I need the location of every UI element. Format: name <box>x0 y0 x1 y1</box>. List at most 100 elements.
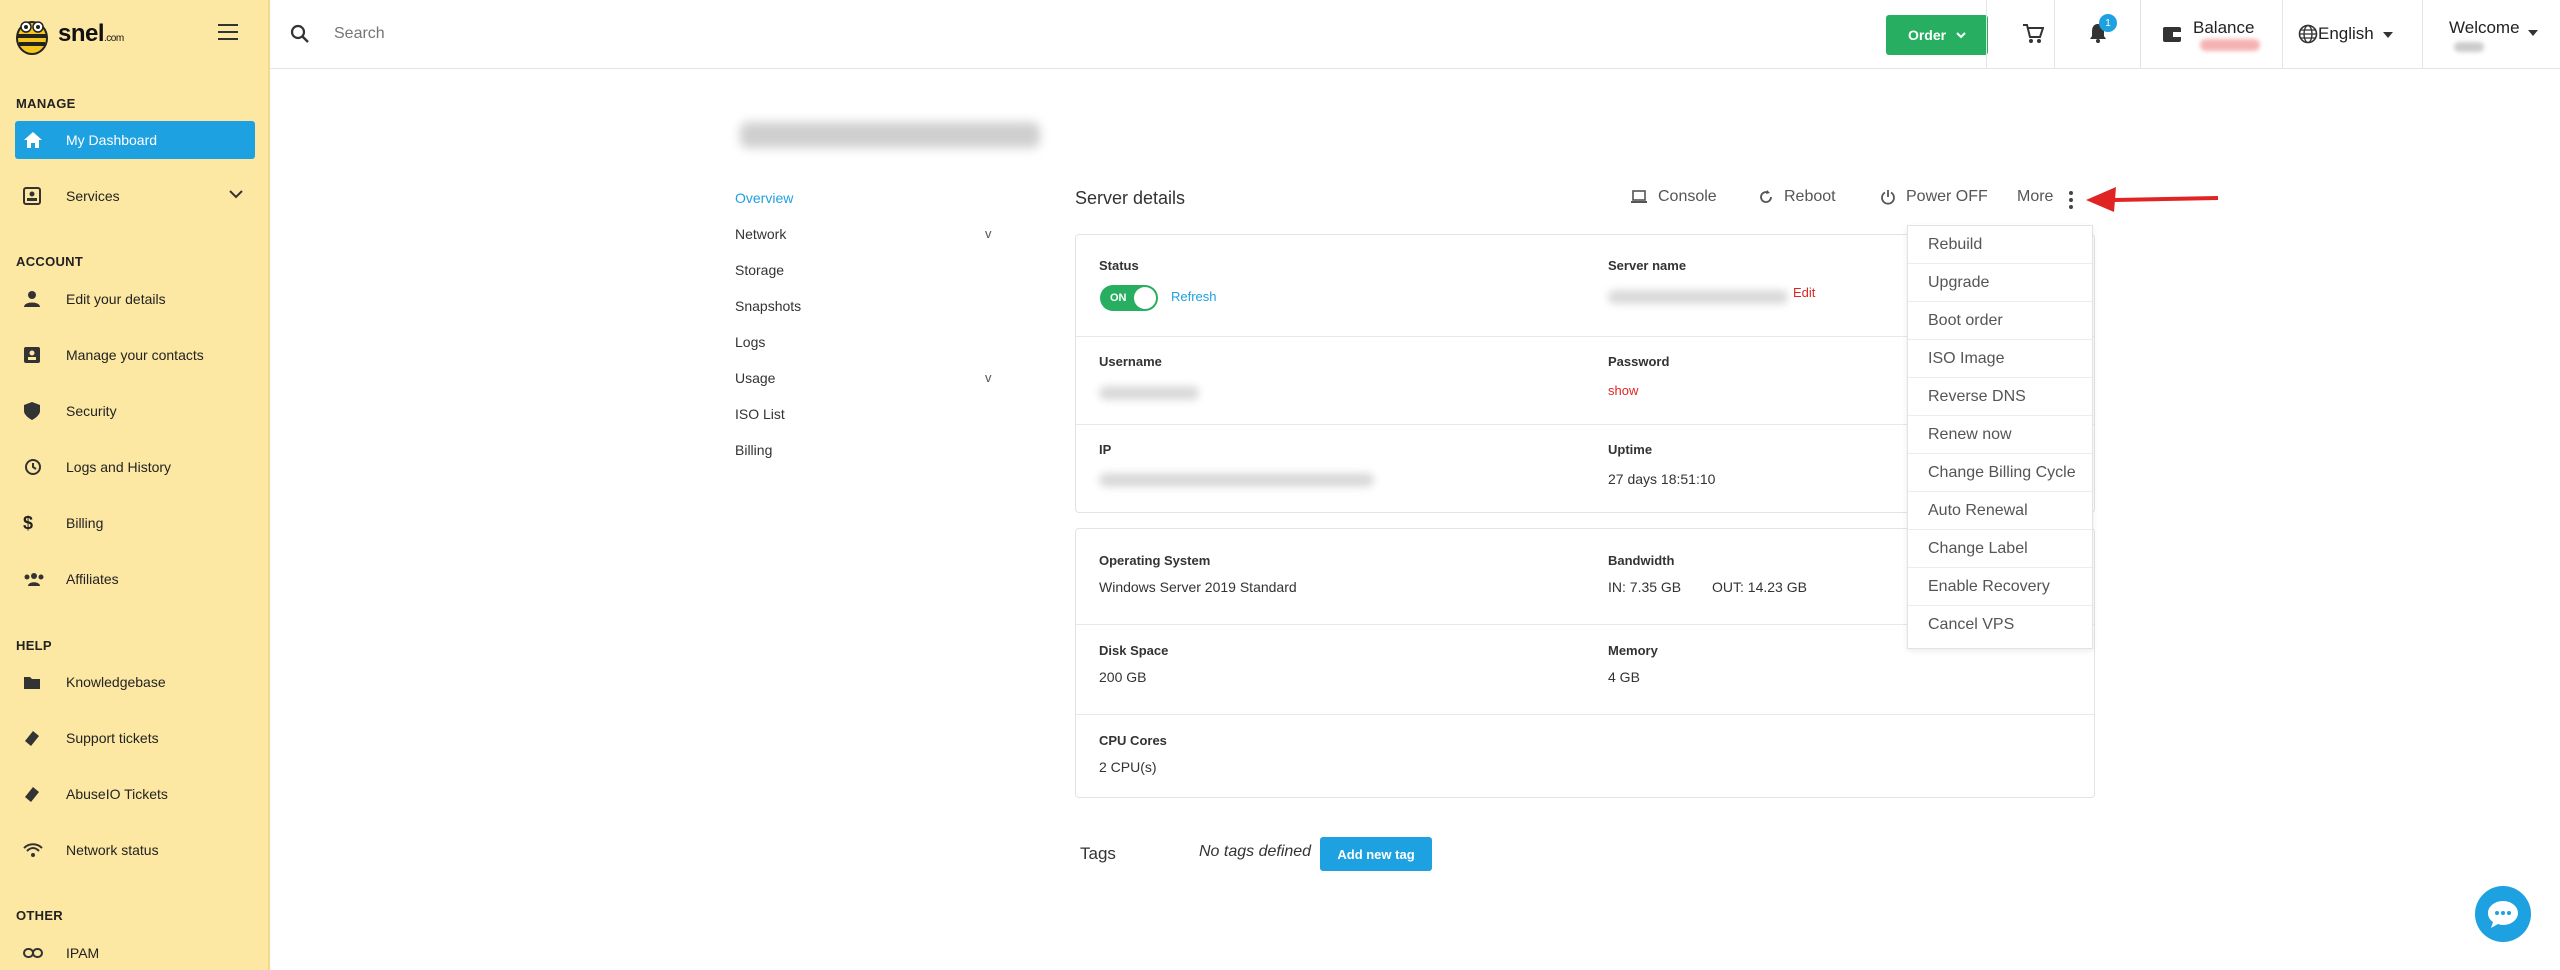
cart-icon[interactable] <box>2022 24 2044 44</box>
username-value-redacted <box>1099 386 1199 400</box>
add-new-tag-button[interactable]: Add new tag <box>1320 837 1432 871</box>
sidebar-item-support-tickets[interactable]: Support tickets <box>15 719 255 757</box>
sidebar: snel.com MANAGE My Dashboard Services AC… <box>0 0 270 970</box>
expand-network-icon[interactable]: v <box>985 226 992 241</box>
menu-toggle-icon[interactable] <box>218 24 238 40</box>
dollar-icon: $ <box>23 512 34 533</box>
folder-icon <box>15 674 51 690</box>
sidebar-item-ipam[interactable]: IPAM <box>15 934 255 970</box>
menu-item-cancel-vps[interactable]: Cancel VPS <box>1908 606 2092 644</box>
divider <box>1986 0 1987 69</box>
sidebar-item-abuseio-tickets[interactable]: AbuseIO Tickets <box>15 775 255 813</box>
shield-icon <box>15 401 51 421</box>
menu-item-renew-now[interactable]: Renew now <box>1908 416 2092 454</box>
chevron-down-icon <box>229 190 243 199</box>
subnav-overview[interactable]: Overview <box>735 190 793 206</box>
subnav-billing[interactable]: Billing <box>735 442 772 458</box>
link-icon <box>15 947 51 959</box>
subnav-logs[interactable]: Logs <box>735 334 765 350</box>
cpu-row: CPU Cores 2 CPU(s) <box>1099 733 1167 775</box>
brand-logo[interactable]: snel.com <box>12 12 124 56</box>
globe-icon <box>2298 24 2318 44</box>
power-off-button[interactable]: Power OFF <box>1880 188 1988 206</box>
menu-item-boot-order[interactable]: Boot order <box>1908 302 2092 340</box>
subnav-storage[interactable]: Storage <box>735 262 784 278</box>
reboot-icon <box>1760 190 1772 203</box>
sidebar-item-billing[interactable]: $ Billing <box>15 504 255 542</box>
menu-item-iso-image[interactable]: ISO Image <box>1908 340 2092 378</box>
bee-logo-icon <box>16 21 48 55</box>
sidebar-item-security[interactable]: Security <box>15 392 255 430</box>
sidebar-item-contacts[interactable]: Manage your contacts <box>15 336 255 374</box>
more-vertical-icon[interactable] <box>2069 191 2073 209</box>
ip-value-redacted <box>1099 473 1374 487</box>
balance-label[interactable]: Balance <box>2193 18 2254 38</box>
search-input[interactable] <box>334 20 934 48</box>
user-icon <box>15 290 51 308</box>
sidebar-item-knowledgebase[interactable]: Knowledgebase <box>15 663 255 701</box>
bandwidth-out: OUT: 14.23 GB <box>1712 579 1807 595</box>
section-help: HELP <box>16 638 52 653</box>
ticket-icon <box>15 729 51 747</box>
search-icon <box>290 24 309 43</box>
show-password-link[interactable]: show <box>1608 383 1638 398</box>
divider <box>2422 0 2423 69</box>
laptop-icon <box>1631 190 1647 203</box>
power-toggle[interactable]: ON <box>1100 285 1158 311</box>
section-manage: MANAGE <box>16 96 76 111</box>
sidebar-item-affiliates[interactable]: Affiliates <box>15 560 255 598</box>
language-selector[interactable]: English <box>2318 24 2374 44</box>
edit-server-name-link[interactable]: Edit <box>1793 285 1815 300</box>
order-button[interactable]: Order <box>1886 15 1988 55</box>
wifi-icon <box>15 842 51 858</box>
more-button[interactable]: More <box>2017 188 2053 206</box>
chat-bubble-icon <box>2488 901 2518 928</box>
menu-item-auto-renewal[interactable]: Auto Renewal <box>1908 492 2092 530</box>
top-bar: Order 1 Balance English Welcome <box>270 0 2560 69</box>
subnav-iso-list[interactable]: ISO List <box>735 406 785 422</box>
server-name-redacted <box>1608 290 1788 304</box>
sidebar-item-edit-details[interactable]: Edit your details <box>15 280 255 318</box>
menu-item-reverse-dns[interactable]: Reverse DNS <box>1908 378 2092 416</box>
more-actions-menu: Rebuild Upgrade Boot order ISO Image Rev… <box>1907 225 2093 649</box>
wallet-icon <box>2163 27 2181 42</box>
page-title-redacted <box>740 122 1040 148</box>
menu-item-upgrade[interactable]: Upgrade <box>1908 264 2092 302</box>
menu-item-enable-recovery[interactable]: Enable Recovery <box>1908 568 2092 606</box>
brand-name: snel.com <box>58 20 124 47</box>
chat-launcher-button[interactable] <box>2475 886 2531 942</box>
refresh-link[interactable]: Refresh <box>1171 289 1217 304</box>
sidebar-item-logs-history[interactable]: Logs and History <box>15 448 255 486</box>
menu-item-change-label[interactable]: Change Label <box>1908 530 2092 568</box>
divider <box>2054 0 2055 69</box>
caret-down-icon <box>2528 30 2538 36</box>
menu-item-change-billing-cycle[interactable]: Change Billing Cycle <box>1908 454 2092 492</box>
sidebar-item-dashboard[interactable]: My Dashboard <box>15 121 255 159</box>
menu-item-rebuild[interactable]: Rebuild <box>1908 226 2092 264</box>
console-button[interactable]: Console <box>1630 188 1717 206</box>
bandwidth-in: IN: 7.35 GB <box>1608 579 1682 595</box>
subnav-snapshots[interactable]: Snapshots <box>735 298 801 314</box>
power-icon <box>1881 190 1895 205</box>
uptime-value: 27 days 18:51:10 <box>1608 471 1716 487</box>
section-other: OTHER <box>16 908 63 923</box>
divider <box>2140 0 2141 69</box>
services-icon <box>15 187 51 205</box>
tags-empty-message: No tags defined <box>1199 843 1312 860</box>
expand-usage-icon[interactable]: v <box>985 370 992 385</box>
disk-value: 200 GB <box>1099 669 1147 685</box>
subnav-usage[interactable]: Usage <box>735 370 775 386</box>
notification-badge: 1 <box>2099 14 2117 32</box>
affiliates-icon <box>15 571 51 587</box>
caret-down-icon <box>2383 32 2393 38</box>
contacts-icon <box>15 345 51 365</box>
annotation-arrow-icon <box>2086 187 2219 212</box>
sidebar-item-network-status[interactable]: Network status <box>15 831 255 869</box>
subnav-network[interactable]: Network <box>735 226 786 242</box>
reboot-button[interactable]: Reboot <box>1758 188 1836 206</box>
server-details-title: Server details <box>1075 188 1186 208</box>
tags-label: Tags <box>1080 844 1116 863</box>
sidebar-item-services[interactable]: Services <box>15 177 255 215</box>
user-menu[interactable]: Welcome <box>2449 18 2520 38</box>
chevron-down-icon <box>1956 31 1966 38</box>
